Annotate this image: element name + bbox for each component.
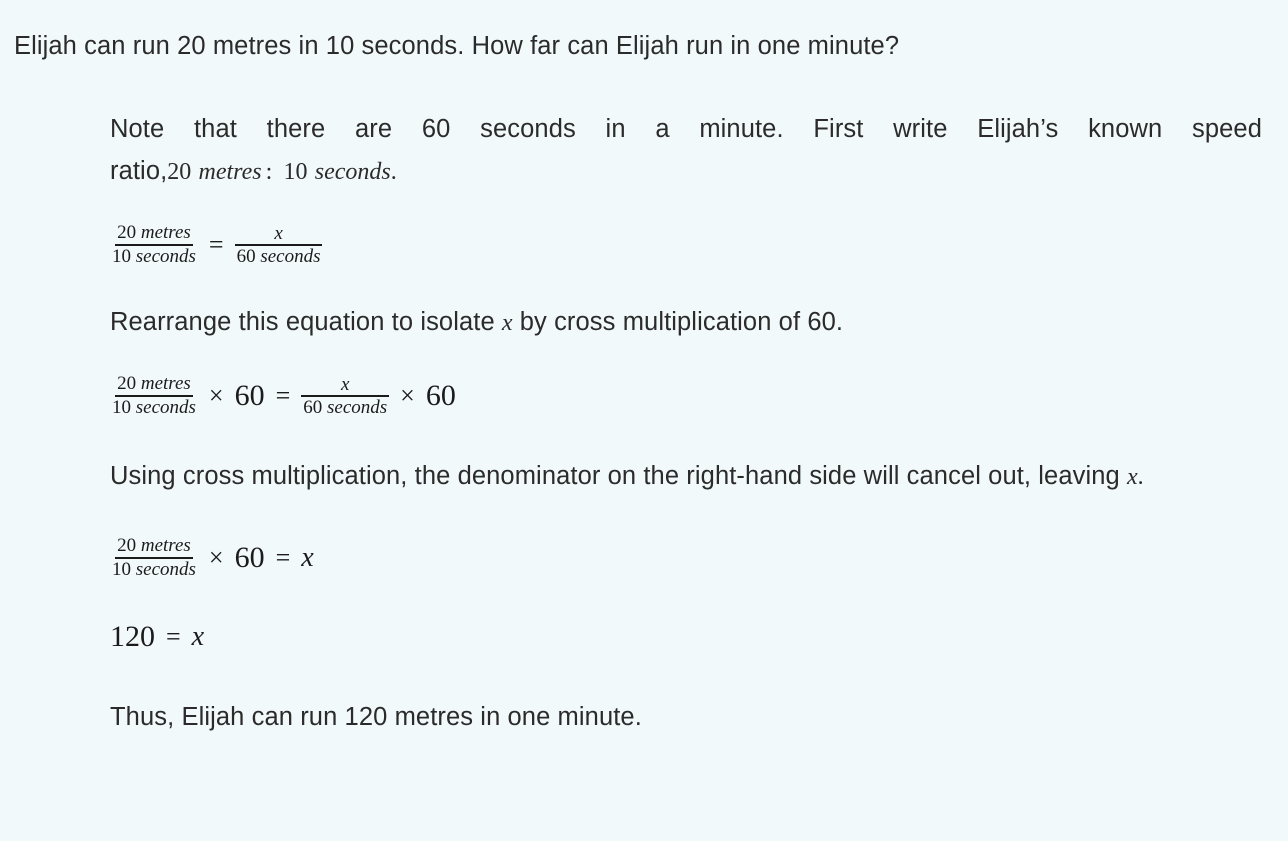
eq2-right-denominator-unit: seconds (327, 396, 388, 418)
eq2-right-denominator-value: 60 (303, 396, 323, 418)
eq3-numerator-value: 20 (117, 534, 137, 556)
eq3-numerator-unit: metres (140, 534, 191, 556)
eq2-left-denominator-unit: seconds (135, 397, 196, 419)
fraction-left-denominator-value: 10 (112, 246, 131, 268)
eq2-left-denominator-value: 10 (112, 397, 131, 419)
eq2-multiplier-left: 60 (234, 379, 265, 413)
eq2-multiplier-right: 60 (425, 379, 456, 413)
eq4-variable: x (191, 620, 205, 652)
eq3-denominator-unit: seconds (135, 558, 196, 580)
eq3-fraction-denominator: 10 seconds (110, 559, 198, 580)
eq3-fraction-numerator: 20 metres (115, 534, 193, 559)
fraction-right-denominator: 60 seconds (235, 246, 323, 267)
eq3-multiply-sign: × (208, 542, 224, 572)
eq3-equals-sign: = (275, 542, 291, 572)
fraction-left-numerator: 20 metres (115, 222, 193, 247)
eq3-result-variable: x (301, 541, 314, 573)
ratio-unit-2: seconds (314, 159, 391, 185)
cancel-period: . (1137, 463, 1144, 490)
ratio-value-1: 20 (167, 159, 192, 185)
intro-paragraph: Note that there are 60 seconds in a minu… (110, 108, 1262, 193)
fraction-right-denominator-unit: seconds (260, 245, 321, 267)
fraction-left-numerator-unit: metres (140, 222, 191, 243)
eq2-fraction-right-numerator: x (301, 373, 390, 397)
cancel-variable: x (1127, 463, 1138, 490)
ratio-unit-1: metres (198, 159, 262, 185)
fraction-right-denominator-value: 60 (236, 245, 256, 267)
cancel-paragraph: Using cross multiplication, the denomina… (110, 455, 1262, 498)
fraction-right-numerator: x (234, 222, 323, 246)
ratio-period: . (390, 159, 397, 185)
conclusion-paragraph: Thus, Elijah can run 120 metres in one m… (110, 702, 642, 731)
solution-body: Note that there are 60 seconds in a minu… (110, 108, 1262, 738)
ratio-value-2: 10 (283, 159, 308, 185)
eq4-equals-sign: = (166, 621, 181, 651)
fraction-right: x 60 seconds (234, 222, 323, 267)
eq2-fraction-left-denominator: 10 seconds (110, 397, 198, 418)
equation-one: 20 metres 10 seconds = x 60 seconds (110, 222, 1262, 267)
eq2-fraction-left-numerator: 20 metres (115, 373, 193, 398)
eq2-fraction-left: 20 metres 10 seconds (110, 374, 198, 418)
eq2-left-numerator-unit: metres (140, 373, 191, 395)
rearrange-paragraph: Rearrange this equation to isolate x by … (110, 301, 1262, 344)
equation-three: 20 metres 10 seconds × 60 = x (110, 534, 1262, 580)
equation-two: 20 metres 10 seconds × 60 = x 60 seconds… (110, 374, 1262, 418)
eq2-left-numerator-value: 20 (117, 373, 137, 395)
fraction-left-denominator-unit: seconds (135, 246, 196, 268)
eq2-multiply-sign-left: × (208, 381, 224, 411)
question-statement: Elijah can run 20 metres in 10 seconds. … (14, 32, 900, 60)
eq3-fraction: 20 metres 10 seconds (110, 534, 198, 580)
cancel-text-before: Using cross multiplication, the denomina… (110, 461, 1120, 490)
ratio-separator: : (265, 159, 273, 185)
rearrange-text-after: by cross multiplication of 60. (519, 308, 844, 337)
eq2-fraction-right-denominator: 60 seconds (301, 397, 389, 418)
eq2-multiply-sign-right: × (400, 381, 415, 411)
rearrange-variable: x (501, 310, 513, 337)
fraction-left-denominator: 10 seconds (110, 246, 198, 267)
equation-four: 120 = x (110, 620, 1262, 654)
eq4-value: 120 (110, 619, 155, 653)
rearrange-text-before: Rearrange this equation to isolate (110, 308, 495, 337)
eq2-fraction-right: x 60 seconds (301, 373, 390, 418)
eq2-right-numerator-variable: x (340, 373, 350, 395)
equals-sign: = (208, 230, 224, 260)
fraction-right-numerator-variable: x (274, 222, 283, 244)
eq2-equals-sign: = (275, 381, 291, 411)
fraction-left: 20 metres 10 seconds (110, 222, 198, 267)
fraction-left-numerator-value: 20 (117, 222, 137, 243)
eq3-denominator-value: 10 (112, 558, 131, 580)
eq3-multiplier: 60 (234, 540, 265, 574)
